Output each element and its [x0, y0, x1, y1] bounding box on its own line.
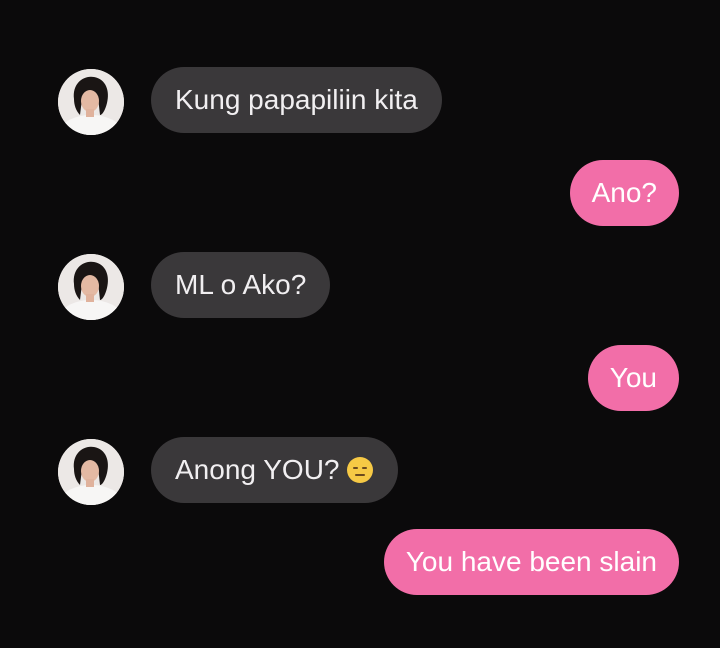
message-text: Kung papapiliin kita [175, 84, 418, 115]
message-text: Anong YOU? [175, 454, 340, 485]
message-bubble-incoming[interactable]: ML o Ako? [151, 252, 331, 318]
message-bubble-outgoing[interactable]: You have been slain [383, 529, 679, 595]
message-text: ML o Ako? [175, 269, 307, 300]
message-row-incoming: Anong YOU? [0, 437, 720, 507]
message-bubble-outgoing[interactable]: You [587, 345, 679, 411]
expressionless-face-emoji [346, 457, 373, 483]
message-row-outgoing: You [0, 345, 720, 415]
avatar-photo [58, 439, 124, 505]
message-row-incoming: ML o Ako? [0, 252, 720, 322]
avatar-photo [58, 69, 124, 135]
message-row-incoming: Kung papapiliin kita [0, 67, 720, 137]
avatar[interactable] [58, 69, 124, 135]
message-bubble-outgoing[interactable]: Ano? [569, 160, 679, 226]
avatar[interactable] [58, 254, 124, 320]
message-text: You have been slain [405, 546, 657, 577]
message-row-outgoing: You have been slain [0, 529, 720, 599]
avatar-photo [58, 254, 124, 320]
message-row-outgoing: Ano? [0, 160, 720, 230]
message-bubble-incoming[interactable]: Kung papapiliin kita [151, 67, 442, 133]
message-text: Ano? [591, 177, 657, 208]
message-text: You [609, 362, 657, 393]
avatar[interactable] [58, 439, 124, 505]
chat-thread: Kung papapiliin kita Ano? ML o Ako? You [0, 0, 720, 648]
message-bubble-incoming[interactable]: Anong YOU? [151, 437, 398, 503]
